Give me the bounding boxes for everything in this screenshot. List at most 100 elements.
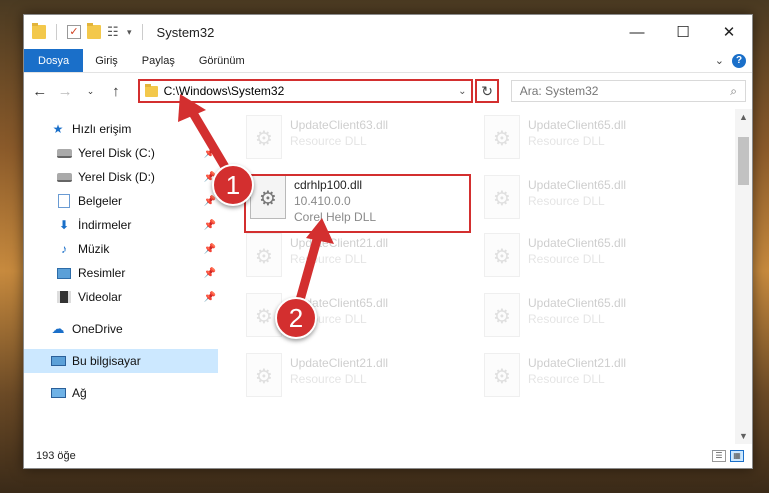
file-item[interactable]: UpdateClient21.dllResource DLL — [246, 353, 466, 403]
new-folder-icon[interactable] — [87, 23, 101, 39]
properties-check-icon[interactable]: ✓ — [67, 25, 81, 39]
dll-file-icon — [246, 353, 282, 397]
star-icon: ★ — [52, 122, 64, 136]
navigation-pane: ★ Hızlı erişim Yerel Disk (C:) 📌 Yerel D… — [24, 109, 218, 444]
cloud-icon: ☁ — [51, 321, 65, 336]
sidebar-item-label: Resimler — [78, 266, 126, 280]
back-arrow-icon[interactable]: ← — [30, 83, 49, 100]
network-icon — [50, 388, 66, 398]
dll-file-icon — [484, 115, 520, 159]
navigation-bar: ← → ⌄ ↑ C:\Windows\System32 ⌄ ↻ Ara: Sys… — [24, 73, 752, 109]
file-item[interactable]: UpdateClient63.dllResource DLL — [246, 115, 466, 165]
pin-icon: 📌 — [203, 195, 216, 207]
dll-file-icon — [246, 233, 282, 277]
window-title: System32 — [156, 24, 215, 40]
video-icon — [57, 291, 71, 303]
minimize-button[interactable]: — — [614, 15, 660, 49]
file-item[interactable]: UpdateClient21.dllResource DLL — [246, 233, 466, 283]
sidebar-item-label: Hızlı erişim — [72, 122, 132, 136]
scroll-down-icon[interactable]: ▼ — [735, 428, 752, 444]
address-dropdown-icon[interactable]: ⌄ — [453, 86, 471, 97]
pin-icon: 📌 — [203, 267, 216, 279]
document-icon — [58, 194, 70, 208]
file-item[interactable]: UpdateClient65.dllResource DLL — [484, 115, 704, 165]
disk-icon — [56, 148, 72, 158]
close-button[interactable]: ✕ — [706, 15, 752, 49]
sidebar-item-pictures[interactable]: Resimler 📌 — [24, 261, 218, 285]
sidebar-item-label: Yerel Disk (C:) — [78, 146, 155, 160]
step-badge-1: 1 — [212, 164, 254, 206]
sidebar-item-label: Belgeler — [78, 194, 123, 208]
step-badge-2: 2 — [275, 297, 317, 339]
tiles-view-icon[interactable]: ▦ — [730, 450, 744, 462]
toolbar-customize-icon[interactable]: ☷ — [107, 25, 121, 39]
refresh-button[interactable]: ↻ — [475, 79, 499, 103]
forward-arrow-icon[interactable]: → — [55, 83, 74, 100]
download-icon: ⬇ — [58, 218, 70, 232]
address-text[interactable]: C:\Windows\System32 — [164, 84, 448, 98]
file-item[interactable]: UpdateClient21.dllResource DLL — [484, 353, 704, 403]
tab-view[interactable]: Görünüm — [187, 49, 257, 72]
sidebar-item-label: Bu bilgisayar — [72, 354, 141, 368]
scroll-thumb[interactable] — [738, 137, 749, 185]
title-bar: ✓ ☷ ▾ System32 — ☐ ✕ — [24, 15, 752, 49]
tab-share[interactable]: Paylaş — [130, 49, 187, 72]
dll-file-icon — [484, 353, 520, 397]
vertical-scrollbar[interactable]: ▲ ▼ — [735, 109, 752, 444]
item-count: 193 öğe — [36, 450, 76, 462]
search-placeholder: Ara: System32 — [519, 84, 599, 98]
file-item[interactable]: UpdateClient65.dllResource DLL — [484, 293, 704, 343]
sidebar-item-label: Videolar — [78, 290, 122, 304]
tab-file[interactable]: Dosya — [24, 49, 84, 72]
sidebar-item-label: Ağ — [72, 386, 87, 400]
computer-icon — [50, 356, 66, 366]
ribbon-tabs: Dosya Giriş Paylaş Görünüm ⌄ ? — [24, 49, 752, 73]
tab-home[interactable]: Giriş — [83, 49, 130, 72]
pin-icon: 📌 — [203, 219, 216, 231]
help-icon[interactable]: ? — [732, 53, 746, 68]
recent-locations-chevron-icon[interactable]: ⌄ — [81, 86, 100, 97]
up-arrow-icon[interactable]: ↑ — [106, 83, 125, 100]
file-item[interactable]: UpdateClient65.dllResource DLL — [484, 175, 704, 225]
sidebar-item-quick-access[interactable]: ★ Hızlı erişim — [24, 117, 218, 141]
dll-file-icon — [484, 233, 520, 277]
file-list: UpdateClient63.dllResource DLL UpdateCli… — [218, 109, 752, 444]
status-bar: 193 öğe ☰ ▦ — [24, 444, 752, 468]
pin-icon: 📌 — [203, 147, 216, 159]
sidebar-item-label: Müzik — [78, 242, 110, 256]
explorer-window: ✓ ☷ ▾ System32 — ☐ ✕ Dosya Giriş Paylaş … — [23, 14, 753, 469]
pin-icon: 📌 — [203, 291, 216, 303]
dll-file-icon — [484, 175, 520, 219]
sidebar-item-videos[interactable]: Videolar 📌 — [24, 285, 218, 309]
sidebar-item-downloads[interactable]: ⬇ İndirmeler 📌 — [24, 213, 218, 237]
sidebar-item-label: Yerel Disk (D:) — [78, 170, 155, 184]
search-icon: ⌕ — [730, 83, 737, 98]
content-area: ★ Hızlı erişim Yerel Disk (C:) 📌 Yerel D… — [24, 109, 752, 444]
sidebar-item-label: OneDrive — [72, 322, 123, 336]
dll-file-icon — [246, 115, 282, 159]
folder-icon — [32, 23, 46, 39]
quick-access-toolbar: ✓ ☷ ▾ — [32, 23, 147, 40]
sidebar-item-documents[interactable]: Belgeler 📌 — [24, 189, 218, 213]
folder-icon — [144, 83, 158, 97]
file-highlight-box — [244, 174, 471, 233]
ribbon-expand-icon[interactable]: ⌄ — [715, 54, 724, 67]
chevron-down-icon[interactable]: ▾ — [127, 25, 132, 39]
sidebar-item-local-disk-c[interactable]: Yerel Disk (C:) 📌 — [24, 141, 218, 165]
disk-icon — [56, 172, 72, 182]
scroll-up-icon[interactable]: ▲ — [735, 109, 752, 125]
address-bar[interactable]: C:\Windows\System32 ⌄ — [137, 79, 474, 103]
maximize-button[interactable]: ☐ — [660, 15, 706, 49]
details-view-icon[interactable]: ☰ — [712, 450, 726, 462]
dll-file-icon — [484, 293, 520, 337]
sidebar-item-local-disk-d[interactable]: Yerel Disk (D:) 📌 — [24, 165, 218, 189]
sidebar-item-onedrive[interactable]: ☁ OneDrive — [24, 317, 218, 341]
search-input[interactable]: Ara: System32 ⌕ — [510, 80, 746, 102]
sidebar-item-music[interactable]: ♪ Müzik 📌 — [24, 237, 218, 261]
sidebar-item-network[interactable]: Ağ — [24, 381, 218, 405]
file-item[interactable]: UpdateClient65.dllResource DLL — [484, 233, 704, 283]
music-icon: ♪ — [61, 242, 67, 256]
pictures-icon — [57, 267, 71, 279]
pin-icon: 📌 — [203, 243, 216, 255]
sidebar-item-this-pc[interactable]: Bu bilgisayar — [24, 349, 218, 373]
